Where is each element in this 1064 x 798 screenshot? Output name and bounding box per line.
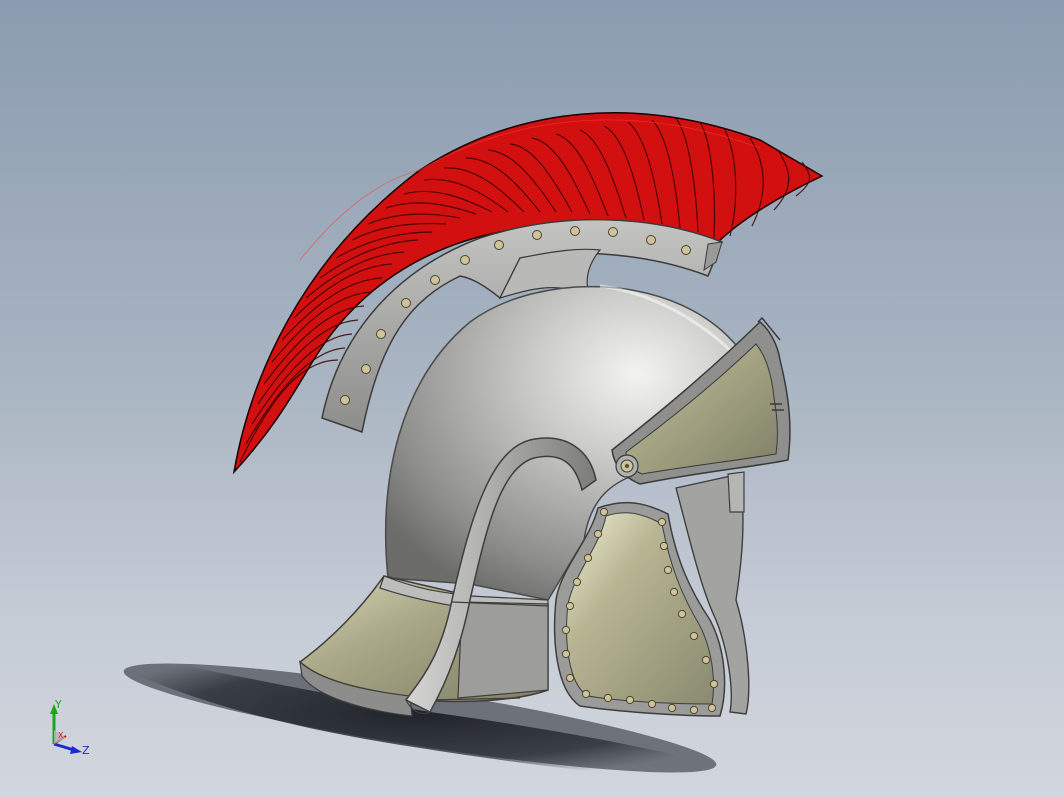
- z-axis-arrowhead: [70, 746, 82, 754]
- z-axis-label: Z: [82, 744, 90, 757]
- visor-hinge: [615, 454, 639, 478]
- view-orientation-triad[interactable]: Y X Z: [40, 698, 100, 762]
- helmet-model-view[interactable]: [0, 0, 1064, 798]
- y-axis-label: Y: [54, 698, 62, 711]
- x-axis-label: X: [58, 731, 64, 740]
- z-axis-arrow: [53, 742, 75, 752]
- graphics-viewport[interactable]: Y X Z: [0, 0, 1064, 798]
